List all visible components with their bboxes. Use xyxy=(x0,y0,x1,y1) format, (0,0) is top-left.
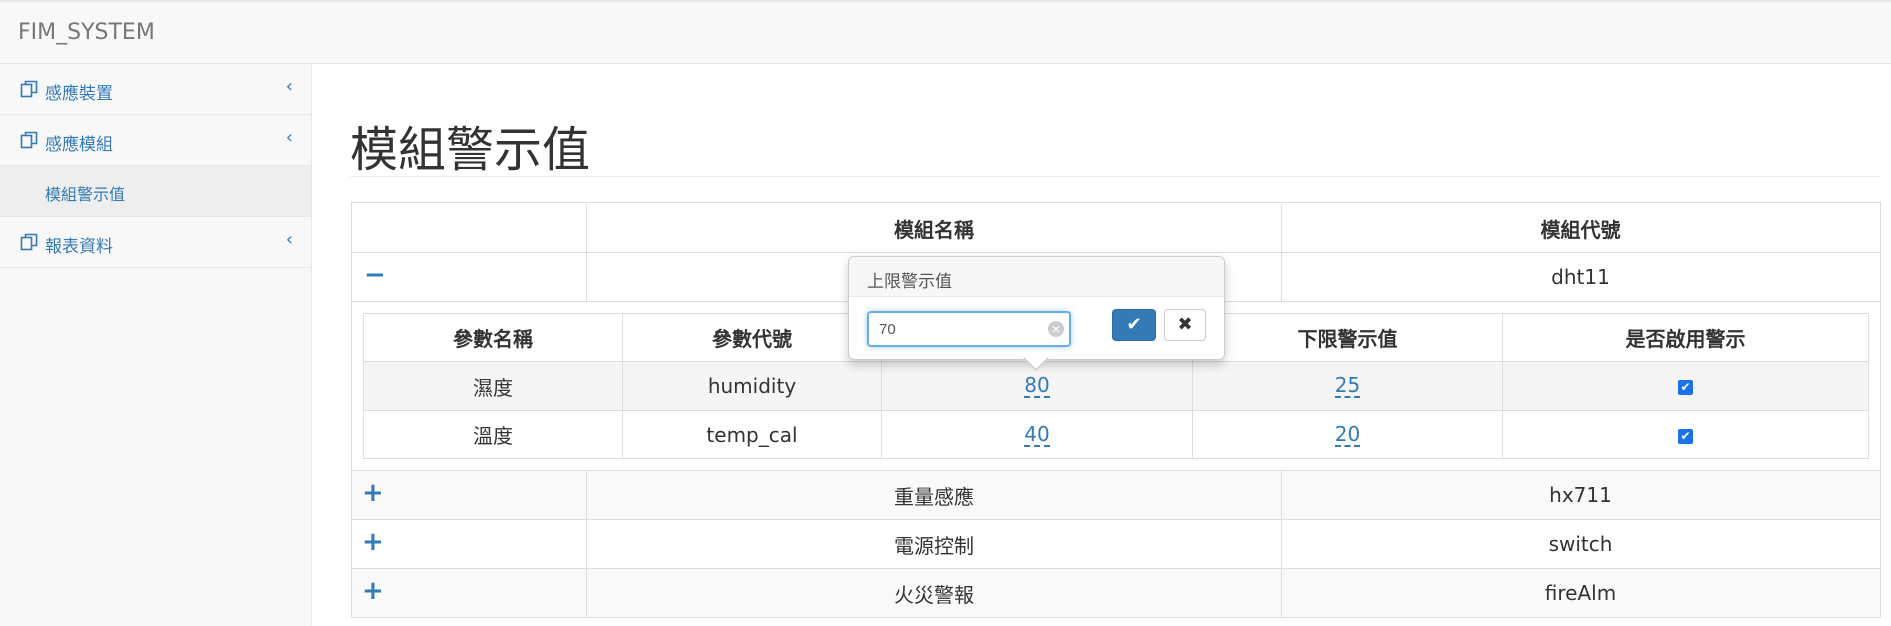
expand-button[interactable]: + xyxy=(362,527,384,557)
sidebar-item-reports[interactable]: 報表資料 ‹ xyxy=(0,217,311,268)
alert-enabled-checkbox[interactable]: ✔ xyxy=(1678,429,1693,444)
param-code-cell: humidity xyxy=(707,374,797,398)
clear-input-icon[interactable]: × xyxy=(1048,321,1064,337)
module-name-cell: 重量感應 xyxy=(894,484,974,509)
module-name-cell: 火災警報 xyxy=(894,582,974,607)
page-title: 模組警示值 xyxy=(350,122,591,178)
sidebar-item-label: 感應裝置 xyxy=(45,84,113,104)
param-code-cell: temp_cal xyxy=(706,422,798,447)
top-navbar: FIM_SYSTEM xyxy=(0,0,1891,64)
chevron-left-icon: ‹ xyxy=(285,76,293,97)
upper-limit-input[interactable] xyxy=(867,311,1071,347)
close-icon: ✖ xyxy=(1177,314,1193,335)
sidebar-item-label: 報表資料 xyxy=(45,237,113,257)
sidebar-item-modules[interactable]: 感應模組 ‹ xyxy=(0,115,311,166)
header-param-code: 參數代號 xyxy=(712,327,792,351)
sidebar: 感應裝置 ‹ 感應模組 ‹ 模組警示值 報表資料 ‹ xyxy=(0,64,312,626)
header-lower-limit: 下限警示值 xyxy=(1297,327,1398,351)
param-name-cell: 濕度 xyxy=(473,375,513,400)
upper-limit-cell: 40 xyxy=(882,411,1192,458)
popover-title: 上限警示值 xyxy=(849,257,1224,297)
upper-limit-edit-link[interactable]: 40 xyxy=(1024,423,1050,447)
module-code-cell: fireAlm xyxy=(1544,581,1617,605)
collapse-button[interactable]: − xyxy=(364,260,386,290)
edit-popover: 上限警示值 × ✔ ✖ xyxy=(848,256,1225,360)
header-module-name: 模組名稱 xyxy=(894,218,974,242)
lower-limit-edit-link[interactable]: 20 xyxy=(1334,423,1361,447)
upper-limit-edit-link[interactable]: 80 xyxy=(1024,374,1050,398)
header-alert-enabled: 是否啟用警示 xyxy=(1625,327,1746,351)
check-icon: ✔ xyxy=(1126,314,1142,335)
brand-title[interactable]: FIM_SYSTEM xyxy=(18,20,155,45)
sidebar-item-label: 感應模組 xyxy=(45,135,113,155)
expand-button[interactable]: + xyxy=(362,478,384,508)
lower-limit-cell: 25 xyxy=(1193,362,1502,410)
header-module-code: 模組代號 xyxy=(1540,218,1621,242)
cancel-button[interactable]: ✖ xyxy=(1164,309,1206,341)
module-code-cell: dht11 xyxy=(1551,265,1610,289)
expand-button[interactable]: + xyxy=(362,576,384,606)
module-code-cell: switch xyxy=(1548,532,1613,556)
chevron-left-icon: ‹ xyxy=(285,229,293,250)
copy-icon xyxy=(20,233,38,251)
module-code-cell: hx711 xyxy=(1549,483,1612,507)
title-divider xyxy=(350,176,1880,177)
param-name-cell: 溫度 xyxy=(473,424,513,448)
confirm-button[interactable]: ✔ xyxy=(1112,309,1156,341)
chevron-left-icon: ‹ xyxy=(285,127,293,148)
sidebar-item-label: 模組警示值 xyxy=(45,185,126,204)
lower-limit-edit-link[interactable]: 25 xyxy=(1334,374,1361,398)
sidebar-item-module-alerts[interactable]: 模組警示值 xyxy=(0,166,311,217)
header-param-name: 參數名稱 xyxy=(453,327,533,351)
module-name-cell: 電源控制 xyxy=(894,533,974,558)
copy-icon xyxy=(20,131,38,149)
lower-limit-cell: 20 xyxy=(1193,411,1502,458)
popover-arrow-fill xyxy=(1024,357,1048,369)
alert-enabled-checkbox[interactable]: ✔ xyxy=(1678,380,1693,395)
sidebar-item-devices[interactable]: 感應裝置 ‹ xyxy=(0,64,311,115)
copy-icon xyxy=(20,80,38,98)
